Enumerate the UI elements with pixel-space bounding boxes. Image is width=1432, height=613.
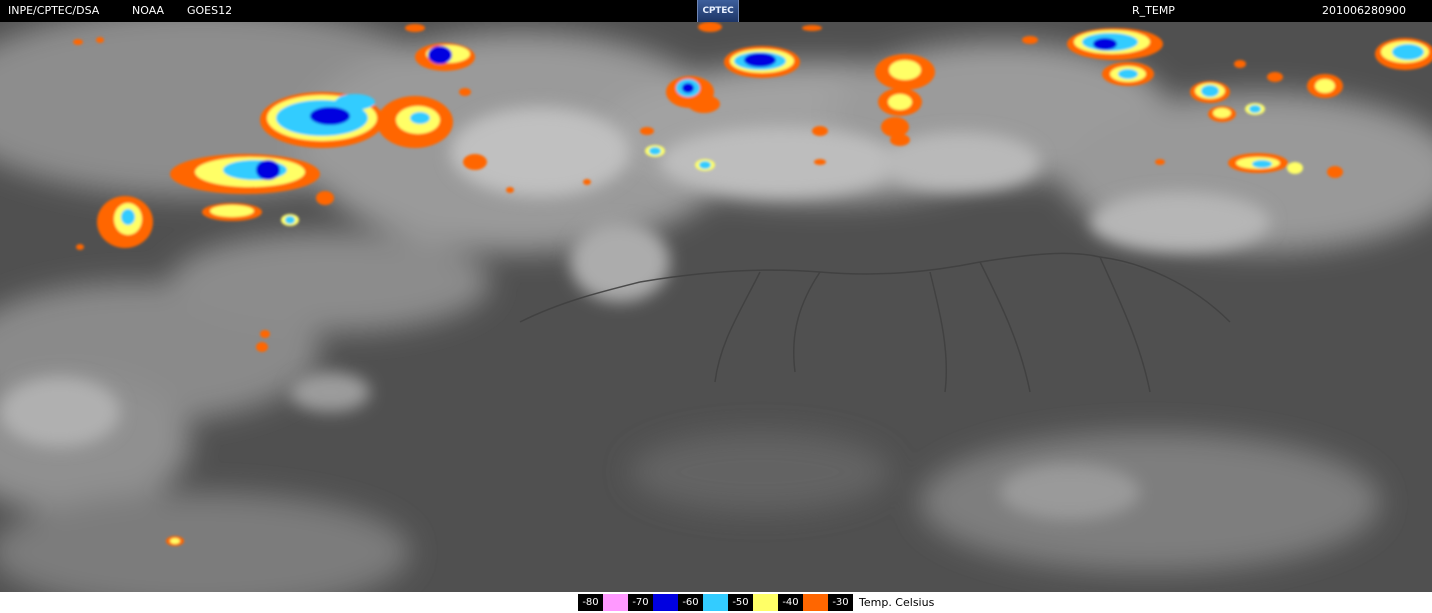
cptec-logo: CPTEC	[697, 0, 739, 22]
legend-label: -30	[828, 594, 853, 611]
product-label: R_TEMP	[1132, 4, 1175, 17]
legend-swatch	[653, 594, 678, 611]
satellite-map	[0, 22, 1432, 592]
legend-label: -40	[778, 594, 803, 611]
legend-label: -70	[628, 594, 653, 611]
datetime-label: 201006280900	[1322, 4, 1406, 17]
legend-unit-label: Temp. Celsius	[859, 596, 935, 609]
legend-swatch	[703, 594, 728, 611]
header-bar: INPE/CPTEC/DSA NOAA GOES12 CPTEC R_TEMP …	[0, 0, 1432, 22]
temperature-legend: -80 -70 -60 -50 -40 -30 Temp. Celsius	[578, 594, 934, 611]
legend-bar: -80 -70 -60 -50 -40 -30 Temp. Celsius	[0, 592, 1432, 613]
legend-label: -80	[578, 594, 603, 611]
source-label: INPE/CPTEC/DSA	[8, 4, 100, 17]
legend-label: -50	[728, 594, 753, 611]
legend-label: -60	[678, 594, 703, 611]
satellite-label: GOES12	[187, 4, 233, 17]
legend-swatch	[603, 594, 628, 611]
agency-label: NOAA	[132, 4, 165, 17]
legend-swatch	[753, 594, 778, 611]
legend-swatch	[803, 594, 828, 611]
satellite-image	[0, 22, 1432, 592]
